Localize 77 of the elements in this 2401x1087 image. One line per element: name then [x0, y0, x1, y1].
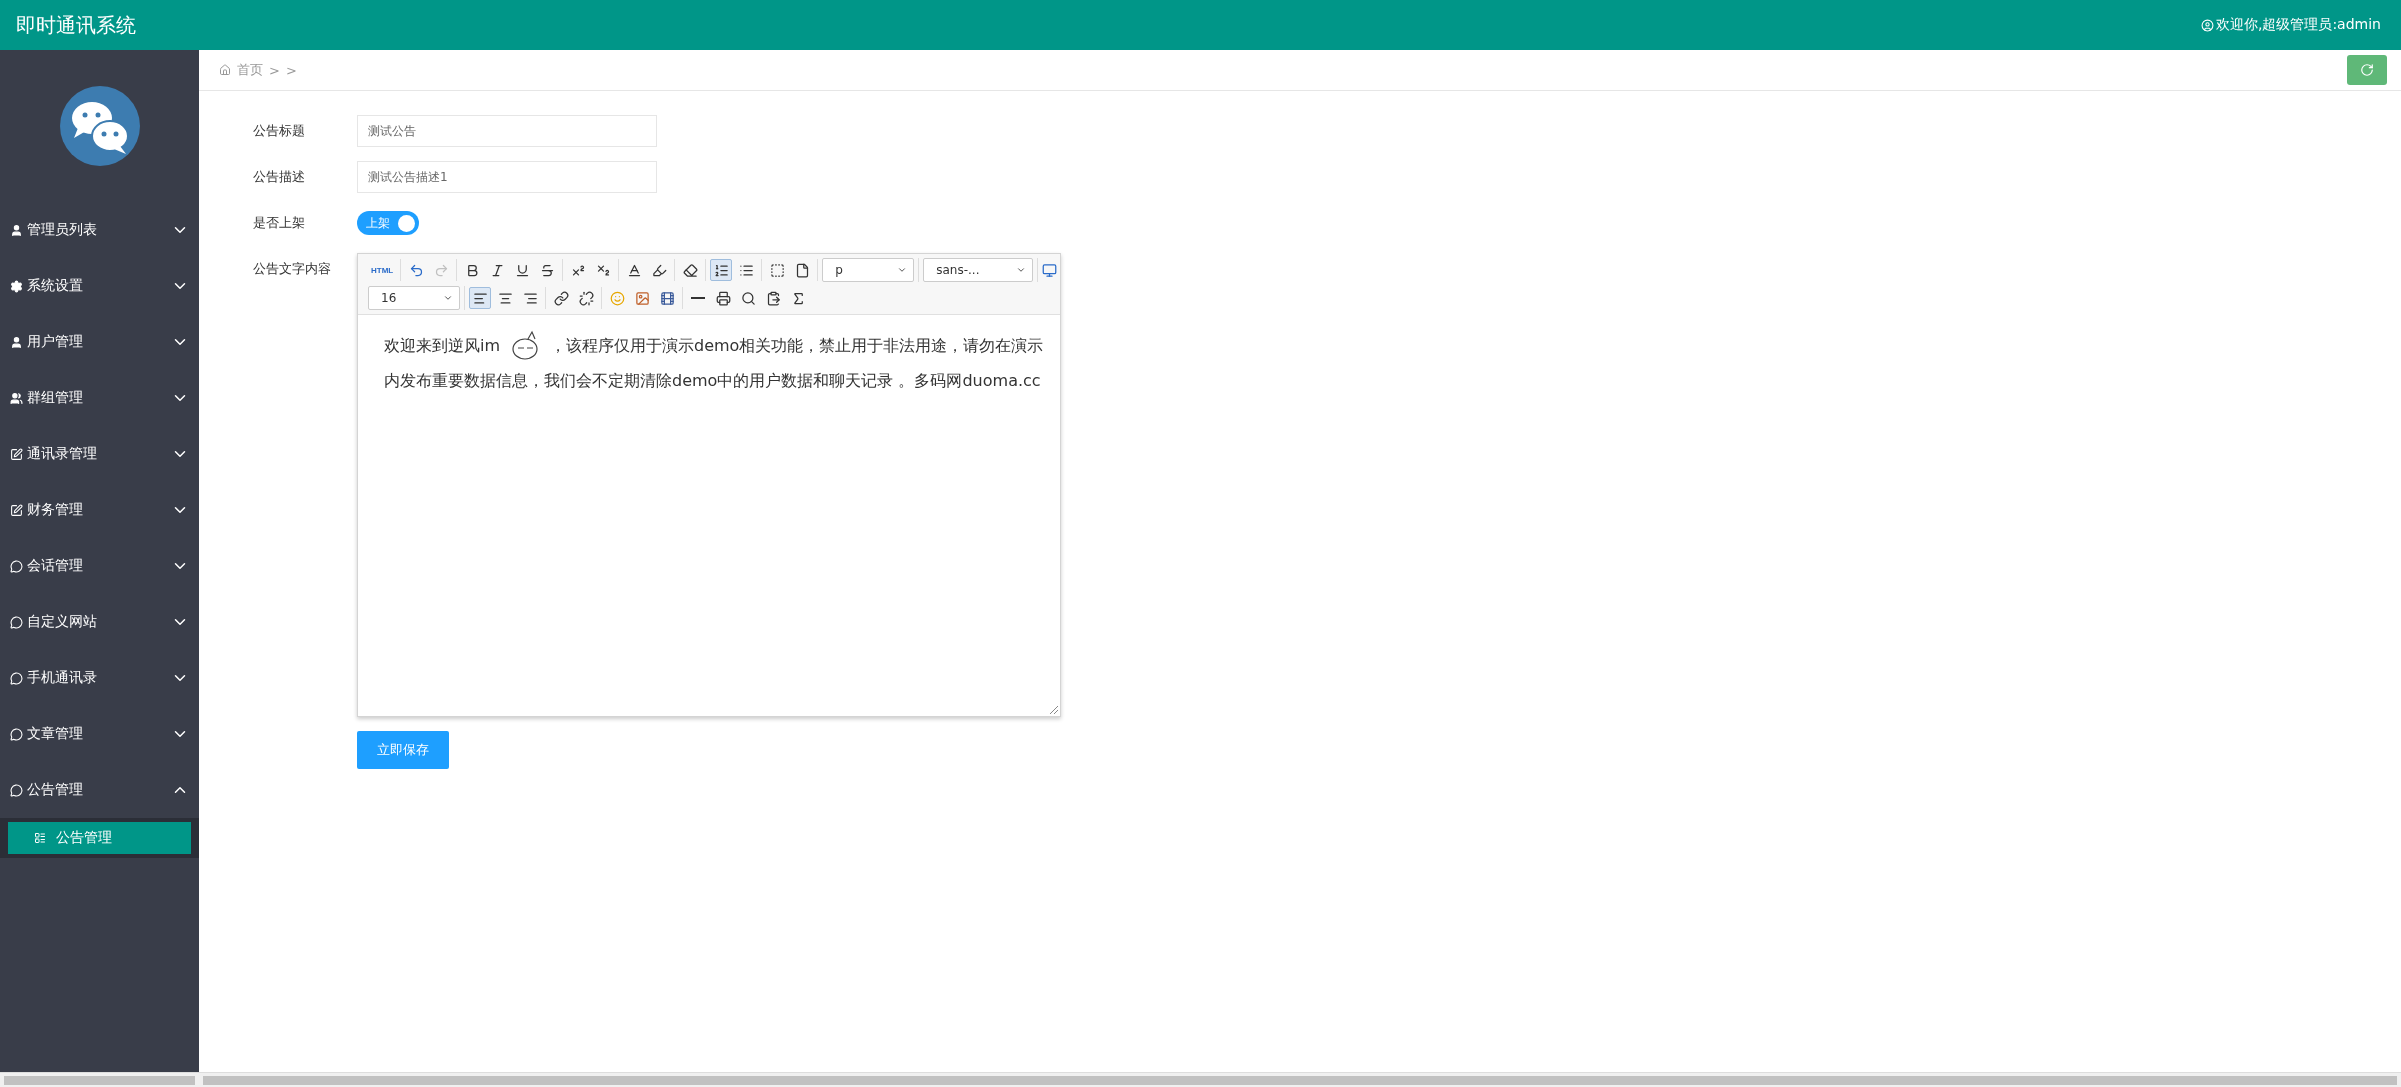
- menu-item[interactable]: 会话管理: [0, 538, 199, 594]
- rich-text-editor[interactable]: HTML p sans-... 16 欢迎来到逆风im ，该程序仅用于演示demo相关功能，禁止用于非法用途，请勿在演示内发布重要数据信息，我们会不定期清除demo中的用户数据和聊天记录 。多码网duoma.cc: [357, 253, 1061, 717]
- chat-icon: [10, 615, 23, 629]
- dropdown[interactable]: 16: [368, 286, 460, 310]
- menu-item[interactable]: 群组管理: [0, 370, 199, 426]
- field-label: 是否上架: [253, 214, 306, 232]
- strikethrough-icon: [539, 262, 555, 278]
- people-icon: [10, 391, 23, 405]
- font-color-icon: [626, 262, 642, 278]
- link-icon: [553, 290, 569, 306]
- text-field[interactable]: 测试公告描述1: [357, 161, 657, 193]
- caret-icon: [897, 265, 908, 275]
- subscript-icon: [595, 262, 611, 278]
- menu-item[interactable]: 财务管理: [0, 482, 199, 538]
- align-left-icon: [472, 290, 488, 306]
- menu-item[interactable]: 自定义网站: [0, 594, 199, 650]
- italic-icon: [489, 262, 505, 278]
- chat-icon: [10, 727, 23, 741]
- chat-icon: [10, 671, 23, 685]
- undo-icon: [408, 262, 424, 278]
- refresh-icon: [2360, 63, 2374, 77]
- chat-icon: [10, 559, 23, 573]
- highlighter-icon: [651, 262, 667, 278]
- horizontal-rule-icon: [691, 297, 705, 299]
- dropdown[interactable]: sans-...: [923, 258, 1034, 282]
- eraser-icon: [682, 262, 698, 278]
- menu-item[interactable]: 文章管理: [0, 706, 199, 762]
- list-icon: [34, 832, 46, 844]
- submenu-item[interactable]: 公告管理: [8, 822, 191, 854]
- field-label: 公告文字内容: [253, 260, 332, 278]
- breadcrumb-separator: >: [285, 62, 297, 78]
- caret-icon: [443, 293, 453, 303]
- edit-icon: [10, 503, 23, 517]
- search-icon: [740, 290, 756, 306]
- gear-icon: [10, 279, 23, 293]
- user-icon: [2200, 18, 2214, 32]
- person-icon: [10, 223, 23, 237]
- home-icon: [219, 64, 231, 76]
- caret-icon: [1016, 265, 1027, 275]
- dashed-box-icon: [769, 262, 785, 278]
- bullet-list-icon: [738, 262, 754, 278]
- redo-icon: [433, 262, 449, 278]
- menu-item[interactable]: 通讯录管理: [0, 426, 199, 482]
- align-left-button[interactable]: [469, 287, 491, 309]
- image-icon: [634, 290, 650, 306]
- chat-logo-icon: [59, 86, 140, 166]
- align-center-icon: [497, 290, 513, 306]
- text-field[interactable]: 测试公告: [357, 115, 657, 147]
- field-label: 公告标题: [253, 122, 306, 140]
- ordered-list-button[interactable]: [710, 259, 733, 281]
- menu-item[interactable]: 系统设置: [0, 258, 199, 314]
- menu-item[interactable]: 公告管理: [0, 762, 199, 818]
- smiley-icon: [609, 290, 625, 306]
- unlink-icon: [578, 290, 594, 306]
- editor-text: 欢迎来到逆风im ，该程序仅用于演示demo相关功能，禁止用于非法用途，请勿在演示内发布重要数据信息，我们会不定期清除demo中的用户数据和聊天记录 。多码网duoma.cc: [368, 329, 1050, 398]
- edit-icon: [10, 447, 23, 461]
- chat-icon: [10, 783, 23, 797]
- app-title: 即时通讯系统: [16, 11, 136, 39]
- page-icon: [794, 262, 810, 278]
- dropdown[interactable]: p: [822, 258, 915, 282]
- resize-handle-icon[interactable]: [1050, 706, 1058, 714]
- menu-item[interactable]: 用户管理: [0, 314, 199, 370]
- breadcrumb-separator: >: [269, 62, 280, 78]
- monitor-icon: [1041, 262, 1057, 278]
- printer-icon: [715, 290, 731, 306]
- person-icon: [10, 335, 23, 349]
- underline-icon: [514, 262, 530, 278]
- html-button[interactable]: HTML: [368, 259, 397, 281]
- superscript-icon: [570, 262, 586, 278]
- welcome-text: 欢迎你,超级管理员:admin: [2215, 16, 2381, 34]
- paste-icon: [765, 290, 781, 306]
- ordered-list-icon: [713, 262, 729, 278]
- menu-item[interactable]: 手机通讯录: [0, 650, 199, 706]
- align-right-icon: [522, 290, 538, 306]
- film-icon: [659, 290, 675, 306]
- field-label: 公告描述: [253, 168, 306, 186]
- menu-item[interactable]: 管理员列表: [0, 202, 199, 258]
